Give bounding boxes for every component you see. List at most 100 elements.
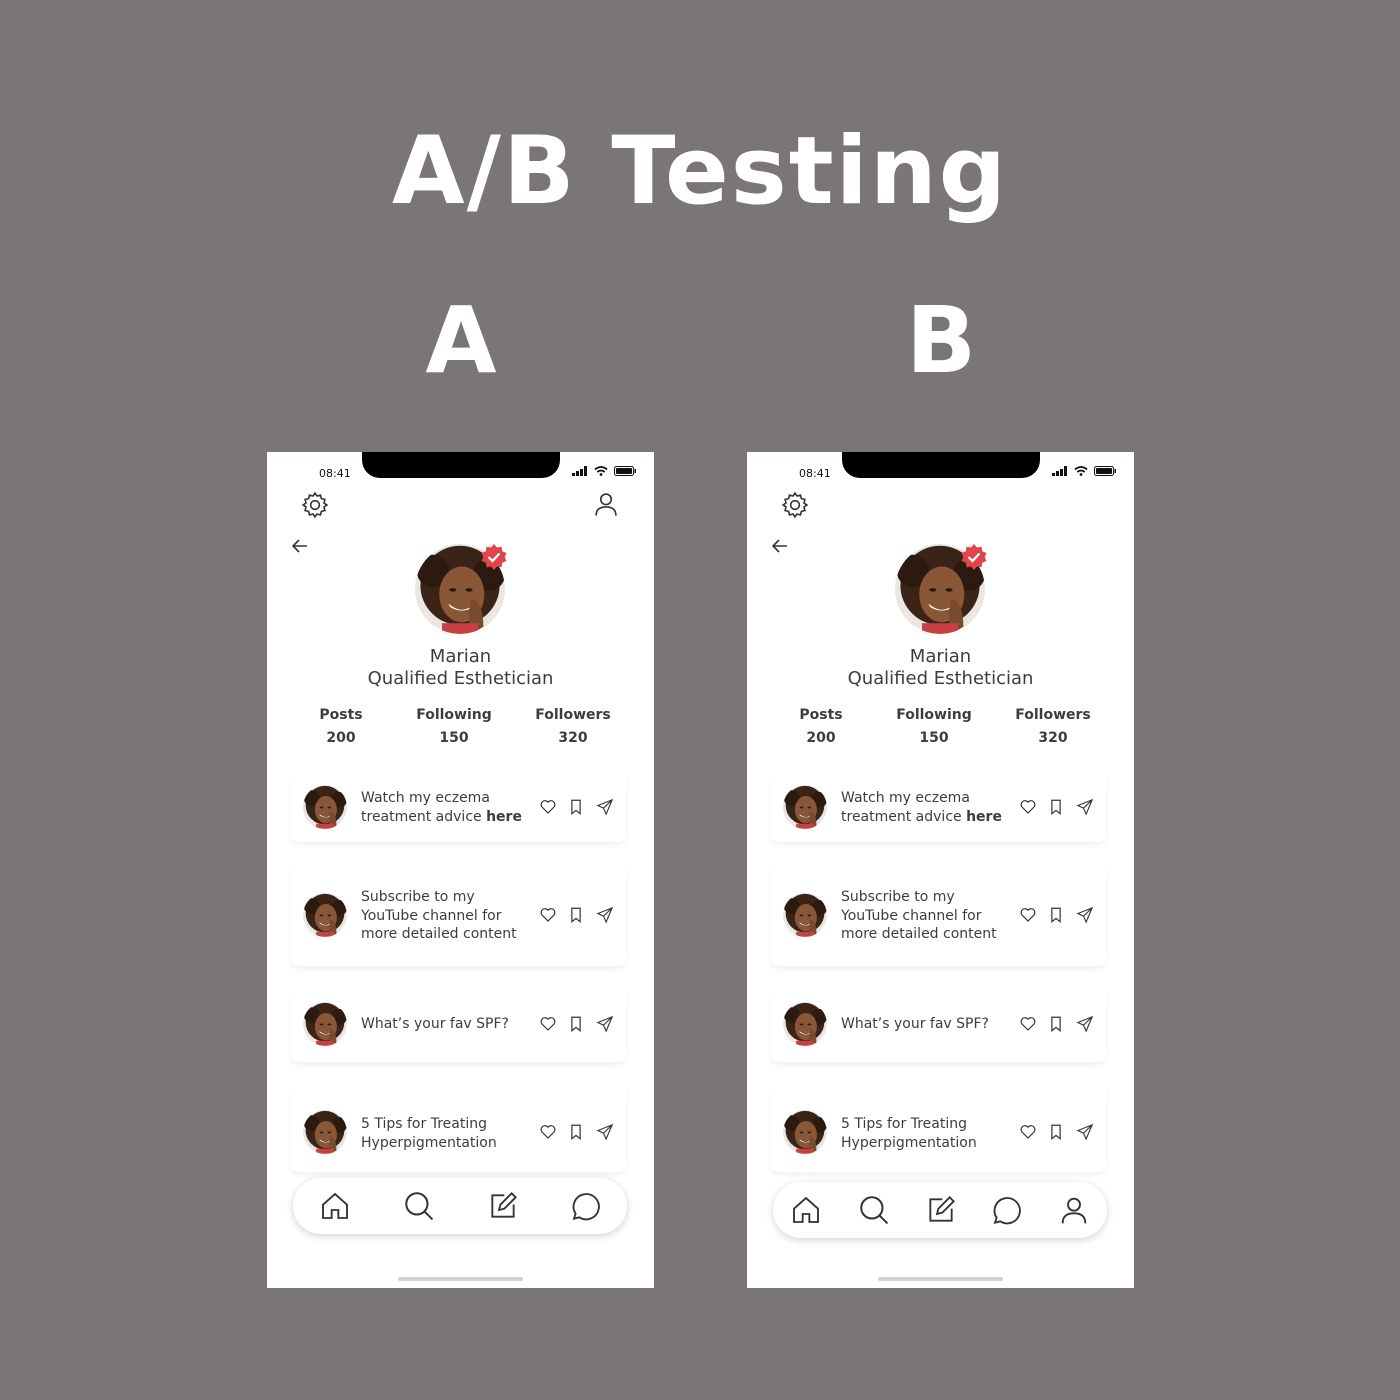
post-text: Watch my eczema treatment advice here — [841, 790, 1002, 825]
gear-icon[interactable] — [780, 490, 810, 520]
stat-posts-value: 200 — [806, 730, 836, 746]
profile-icon[interactable] — [1058, 1194, 1090, 1226]
post-text: What’s your fav SPF? — [361, 1016, 509, 1032]
post-card[interactable]: What’s your fav SPF? — [291, 988, 626, 1062]
wifi-icon — [594, 466, 608, 476]
notch — [842, 452, 1040, 478]
post-card[interactable]: Subscribe to my YouTube channel for more… — [771, 864, 1106, 966]
send-icon[interactable] — [595, 1123, 615, 1141]
bookmark-icon[interactable] — [1047, 798, 1065, 816]
profile-icon[interactable] — [592, 490, 620, 518]
post-card[interactable]: What’s your fav SPF? — [771, 988, 1106, 1062]
post-text: Subscribe to my YouTube channel for more… — [841, 889, 997, 942]
post-text: Subscribe to my YouTube channel for more… — [361, 889, 517, 942]
verified-badge-icon — [961, 544, 987, 570]
profile-name: Marian — [909, 646, 972, 667]
home-indicator — [878, 1277, 1003, 1281]
notch — [362, 452, 560, 478]
home-icon[interactable] — [790, 1194, 822, 1226]
heart-icon[interactable] — [539, 1123, 557, 1141]
post-text: Watch my eczema treatment advice here — [361, 790, 522, 825]
send-icon[interactable] — [1075, 906, 1095, 924]
chat-icon[interactable] — [570, 1190, 602, 1222]
phone-variant-b: 08:41 Marian Qualified Esthetician Posts… — [747, 452, 1134, 1288]
bookmark-icon[interactable] — [567, 798, 585, 816]
post-actions — [1019, 798, 1095, 816]
stat-posts-label: Posts — [319, 707, 363, 723]
post-avatar — [783, 1110, 827, 1154]
signal-icon — [1052, 466, 1067, 476]
heart-icon[interactable] — [539, 906, 557, 924]
post-actions — [539, 1015, 615, 1033]
send-icon[interactable] — [1075, 798, 1095, 816]
stat-following-label[interactable]: Following — [399, 707, 509, 723]
phone-variant-a: 08:41 Marian Qualified Esthetician Posts… — [267, 452, 654, 1288]
heart-icon[interactable] — [1019, 1123, 1037, 1141]
post-avatar — [783, 785, 827, 829]
stat-posts-label: Posts — [799, 707, 843, 723]
page-title: A/B Testing — [391, 117, 1009, 226]
bookmark-icon[interactable] — [567, 906, 585, 924]
status-icons — [572, 466, 636, 476]
status-time: 08:41 — [319, 467, 351, 480]
profile-name: Marian — [429, 646, 492, 667]
post-card[interactable]: 5 Tips for Treating Hyperpigmentation — [771, 1084, 1106, 1172]
heart-icon[interactable] — [1019, 906, 1037, 924]
bookmark-icon[interactable] — [1047, 906, 1065, 924]
stat-following-label[interactable]: Following — [879, 707, 989, 723]
bookmark-icon[interactable] — [1047, 1015, 1065, 1033]
heart-icon[interactable] — [539, 798, 557, 816]
gear-icon[interactable] — [300, 490, 330, 520]
post-card[interactable]: Subscribe to my YouTube channel for more… — [291, 864, 626, 966]
battery-icon — [614, 466, 636, 476]
back-arrow-icon[interactable] — [290, 536, 310, 556]
status-time: 08:41 — [799, 467, 831, 480]
edit-icon[interactable] — [487, 1190, 519, 1222]
post-actions — [539, 906, 615, 924]
stat-following-value: 150 — [439, 730, 469, 746]
chat-icon[interactable] — [991, 1194, 1023, 1226]
profile-role: Qualified Esthetician — [847, 668, 1034, 689]
heart-icon[interactable] — [539, 1015, 557, 1033]
send-icon[interactable] — [595, 798, 615, 816]
post-avatar — [783, 1002, 827, 1046]
send-icon[interactable] — [1075, 1015, 1095, 1033]
post-text: What’s your fav SPF? — [841, 1016, 989, 1032]
search-icon[interactable] — [402, 1189, 436, 1223]
variant-label-b: B — [905, 287, 977, 394]
heart-icon[interactable] — [1019, 798, 1037, 816]
variant-label-a: A — [425, 287, 497, 394]
wifi-icon — [1074, 466, 1088, 476]
bookmark-icon[interactable] — [567, 1123, 585, 1141]
battery-icon — [1094, 466, 1116, 476]
send-icon[interactable] — [1075, 1123, 1095, 1141]
post-actions — [1019, 1015, 1095, 1033]
bottom-navbar — [773, 1182, 1107, 1238]
heart-icon[interactable] — [1019, 1015, 1037, 1033]
post-text: 5 Tips for Treating Hyperpigmentation — [841, 1116, 977, 1151]
post-card[interactable]: 5 Tips for Treating Hyperpigmentation — [291, 1084, 626, 1172]
post-card[interactable]: Watch my eczema treatment advice here — [771, 772, 1106, 842]
post-avatar — [303, 1110, 347, 1154]
bookmark-icon[interactable] — [1047, 1123, 1065, 1141]
send-icon[interactable] — [595, 906, 615, 924]
home-indicator — [398, 1277, 523, 1281]
stat-followers-label[interactable]: Followers — [518, 707, 628, 723]
stat-following-value: 150 — [919, 730, 949, 746]
send-icon[interactable] — [595, 1015, 615, 1033]
post-card[interactable]: Watch my eczema treatment advice here — [291, 772, 626, 842]
post-avatar — [783, 893, 827, 937]
edit-icon[interactable] — [925, 1194, 957, 1226]
search-icon[interactable] — [857, 1193, 891, 1227]
stat-followers-value: 320 — [1038, 730, 1068, 746]
verified-badge-icon — [481, 544, 507, 570]
post-text: 5 Tips for Treating Hyperpigmentation — [361, 1116, 497, 1151]
signal-icon — [572, 466, 587, 476]
post-actions — [539, 798, 615, 816]
stat-followers-label[interactable]: Followers — [998, 707, 1108, 723]
bottom-navbar — [293, 1178, 627, 1234]
profile-role: Qualified Esthetician — [367, 668, 554, 689]
bookmark-icon[interactable] — [567, 1015, 585, 1033]
back-arrow-icon[interactable] — [770, 536, 790, 556]
home-icon[interactable] — [319, 1190, 351, 1222]
